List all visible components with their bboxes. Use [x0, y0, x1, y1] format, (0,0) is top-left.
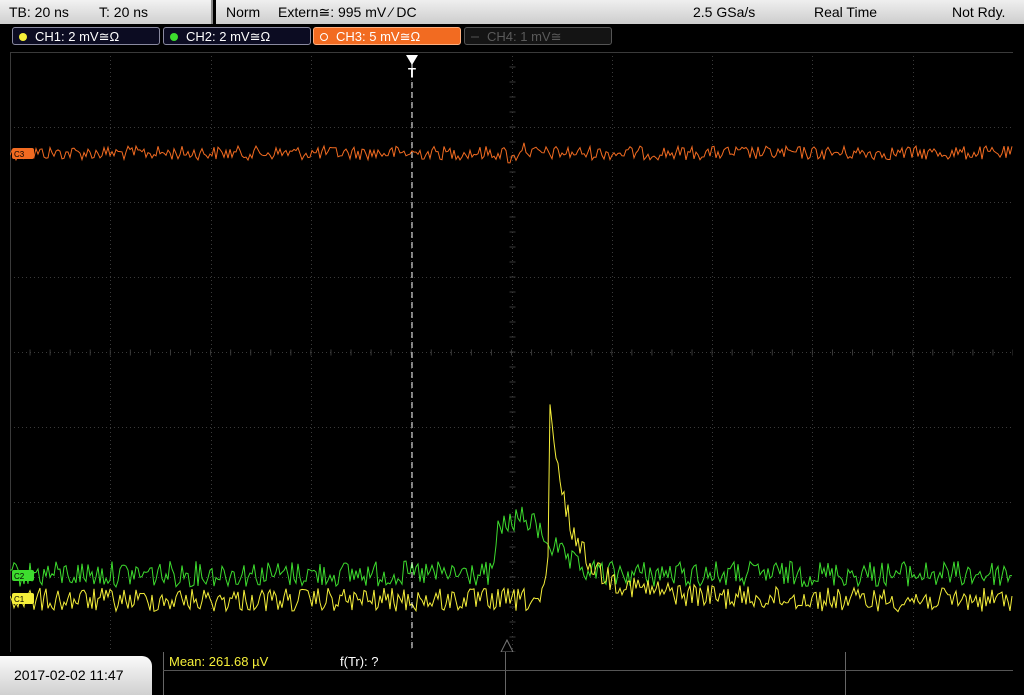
measurement-divider: [505, 652, 506, 695]
date-time-panel[interactable]: 2017-02-02 11:47: [0, 656, 152, 695]
channel-bar: CH1: 2 mV≅Ω CH2: 2 mV≅Ω CH3: 5 mV≅Ω CH4:…: [0, 24, 1024, 50]
frequency-measurement[interactable]: f(Tr): ?: [340, 654, 379, 669]
mean-measurement[interactable]: Mean: 261.68 µV: [169, 654, 268, 669]
channel-3-button[interactable]: CH3: 5 mV≅Ω: [313, 27, 461, 45]
trigger-time-label: T: 20 ns: [99, 4, 149, 20]
date-time-label: 2017-02-02 11:47: [14, 667, 124, 683]
channel-2-button[interactable]: CH2: 2 mV≅Ω: [163, 27, 311, 45]
channel-3-label: CH3: 5 mV≅Ω: [336, 29, 421, 44]
waveform-svg[interactable]: T C3 C2 C1: [10, 52, 1013, 652]
waveform-display[interactable]: T C3 C2 C1: [10, 52, 1013, 652]
channel-3-marker-label: C3: [14, 150, 25, 159]
measurement-divider: [163, 652, 164, 695]
channel-4-button[interactable]: CH4: 1 mV≅: [464, 27, 612, 45]
trigger-source-label: Extern≅: 995 mV ⁄ DC: [278, 4, 417, 20]
channel-4-label: CH4: 1 mV≅: [487, 29, 562, 44]
channel-1-button[interactable]: CH1: 2 mV≅Ω: [12, 27, 160, 45]
channel-2-label: CH2: 2 mV≅Ω: [186, 29, 271, 44]
channel-1-indicator-icon: [19, 33, 27, 41]
sample-rate-label: 2.5 GSa/s: [693, 4, 756, 20]
acquisition-panel[interactable]: Norm Extern≅: 995 mV ⁄ DC 2.5 GSa/s Real…: [216, 0, 1024, 24]
measurement-bar: 2017-02-02 11:47 Mean: 261.68 µV f(Tr): …: [0, 652, 1024, 695]
measurement-divider: [845, 652, 846, 695]
channel-1-level-marker[interactable]: C1: [12, 593, 34, 604]
channel-3-indicator-icon: [320, 33, 328, 41]
timebase-label: TB: 20 ns: [9, 4, 69, 20]
channel-1-label: CH1: 2 mV≅Ω: [35, 29, 120, 44]
channel-1-marker-label: C1: [14, 595, 25, 604]
measurement-row-divider: [163, 670, 1013, 671]
timebase-panel[interactable]: TB: 20 ns T: 20 ns: [0, 0, 213, 24]
channel-2-level-marker[interactable]: C2: [12, 570, 34, 581]
channel-3-level-marker[interactable]: C3: [12, 148, 34, 159]
trigger-mode-label: Norm: [226, 4, 261, 20]
channel-4-indicator-icon: [471, 36, 479, 38]
channel-2-marker-label: C2: [14, 572, 25, 581]
channel-2-indicator-icon: [170, 33, 178, 41]
ready-state-label: Not Rdy.: [952, 4, 1006, 20]
acquisition-mode-label: Real Time: [814, 4, 878, 20]
trigger-marker-label: T: [408, 65, 416, 80]
